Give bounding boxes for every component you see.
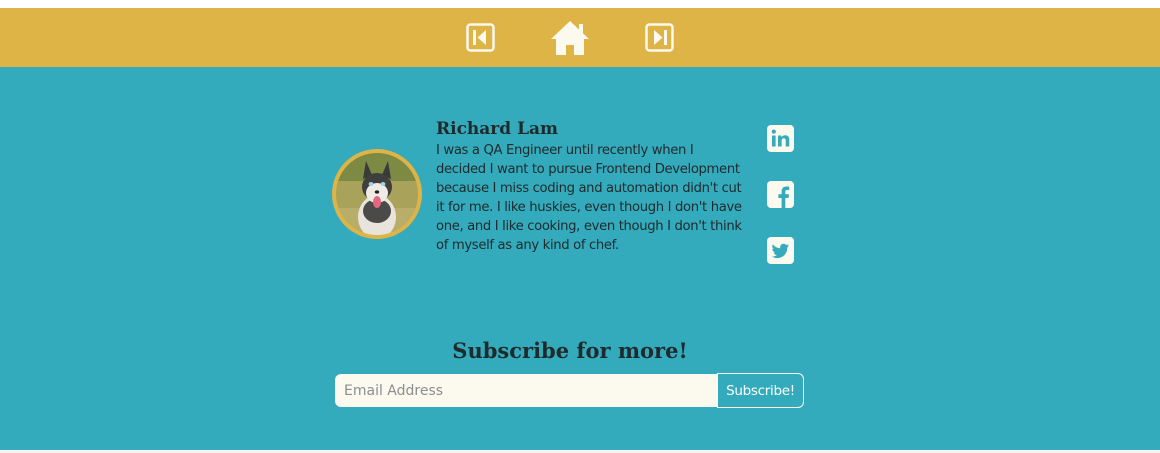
home-icon[interactable] bbox=[550, 20, 590, 56]
next-arrow-icon[interactable] bbox=[645, 23, 674, 52]
main-content: Richard Lam I was a QA Engineer until re… bbox=[0, 67, 1160, 450]
subscribe-heading: Subscribe for more! bbox=[452, 338, 688, 363]
author-bio: I was a QA Engineer until recently when … bbox=[436, 143, 742, 253]
author-avatar bbox=[332, 149, 422, 239]
husky-photo bbox=[336, 153, 418, 235]
linkedin-icon[interactable] bbox=[767, 125, 794, 152]
subscribe-button[interactable]: Subscribe! bbox=[717, 373, 804, 408]
previous-arrow-icon[interactable] bbox=[466, 23, 495, 52]
author-name: Richard Lam bbox=[436, 119, 559, 139]
email-input[interactable] bbox=[335, 374, 717, 407]
top-spacer bbox=[0, 0, 1160, 8]
top-navigation-bar bbox=[0, 8, 1160, 67]
twitter-icon[interactable] bbox=[767, 237, 794, 264]
facebook-icon[interactable] bbox=[767, 181, 794, 208]
